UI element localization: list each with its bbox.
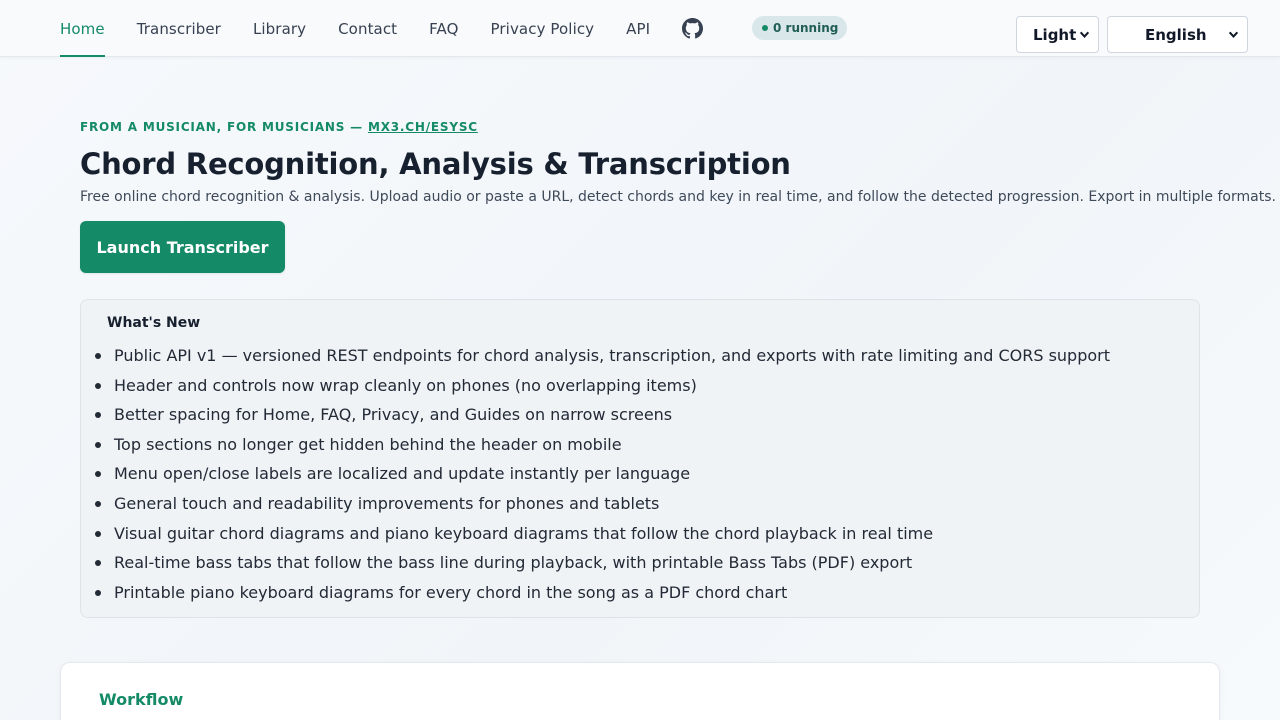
workflow-card: Workflow [60, 662, 1220, 720]
hero-eyebrow: FROM A MUSICIAN, FOR MUSICIANS — MX3.CH/… [80, 120, 478, 134]
theme-select-value: Light [1033, 25, 1077, 44]
list-item: Public API v1 — versioned REST endpoints… [95, 341, 1110, 371]
theme-select[interactable]: Light [1016, 16, 1099, 53]
list-item: Menu open/close labels are localized and… [95, 459, 1110, 489]
nav-faq[interactable]: FAQ [429, 0, 458, 57]
running-status-badge: 0 running [752, 16, 848, 40]
list-item: Printable piano keyboard diagrams for ev… [95, 578, 1110, 608]
list-item: General touch and readability improvemen… [95, 489, 1110, 519]
list-item: Real-time bass tabs that follow the bass… [95, 548, 1110, 578]
language-select-value: English [1145, 25, 1207, 44]
nav-library[interactable]: Library [253, 0, 306, 57]
running-count: 0 running [773, 21, 839, 35]
page-title: Chord Recognition, Analysis & Transcript… [80, 147, 791, 181]
nav-api[interactable]: API [626, 0, 650, 57]
nav-home[interactable]: Home [60, 0, 105, 57]
eyebrow-text: FROM A MUSICIAN, FOR MUSICIANS — [80, 120, 368, 134]
chevron-down-icon [1079, 31, 1090, 38]
workflow-heading: Workflow [99, 690, 184, 709]
eyebrow-link[interactable]: MX3.CH/ESYSC [368, 120, 478, 134]
chevron-down-icon [1228, 31, 1239, 38]
github-icon[interactable] [682, 0, 704, 57]
page-subtitle: Free online chord recognition & analysis… [80, 189, 1276, 205]
main-nav: Home Transcriber Library Contact FAQ Pri… [60, 0, 704, 57]
launch-transcriber-button[interactable]: Launch Transcriber [80, 221, 285, 273]
status-dot-icon [762, 25, 768, 31]
nav-contact[interactable]: Contact [338, 0, 397, 57]
nav-privacy-policy[interactable]: Privacy Policy [491, 0, 595, 57]
list-item: Top sections no longer get hidden behind… [95, 430, 1110, 460]
whats-new-heading: What's New [107, 315, 201, 331]
list-item: Header and controls now wrap cleanly on … [95, 371, 1110, 401]
whats-new-panel: What's New Public API v1 — versioned RES… [80, 299, 1200, 618]
list-item: Better spacing for Home, FAQ, Privacy, a… [95, 400, 1110, 430]
site-header: Home Transcriber Library Contact FAQ Pri… [0, 0, 1280, 57]
language-select[interactable]: English [1107, 16, 1248, 53]
whats-new-list: Public API v1 — versioned REST endpoints… [95, 341, 1110, 607]
nav-transcriber[interactable]: Transcriber [137, 0, 221, 57]
list-item: Visual guitar chord diagrams and piano k… [95, 519, 1110, 549]
